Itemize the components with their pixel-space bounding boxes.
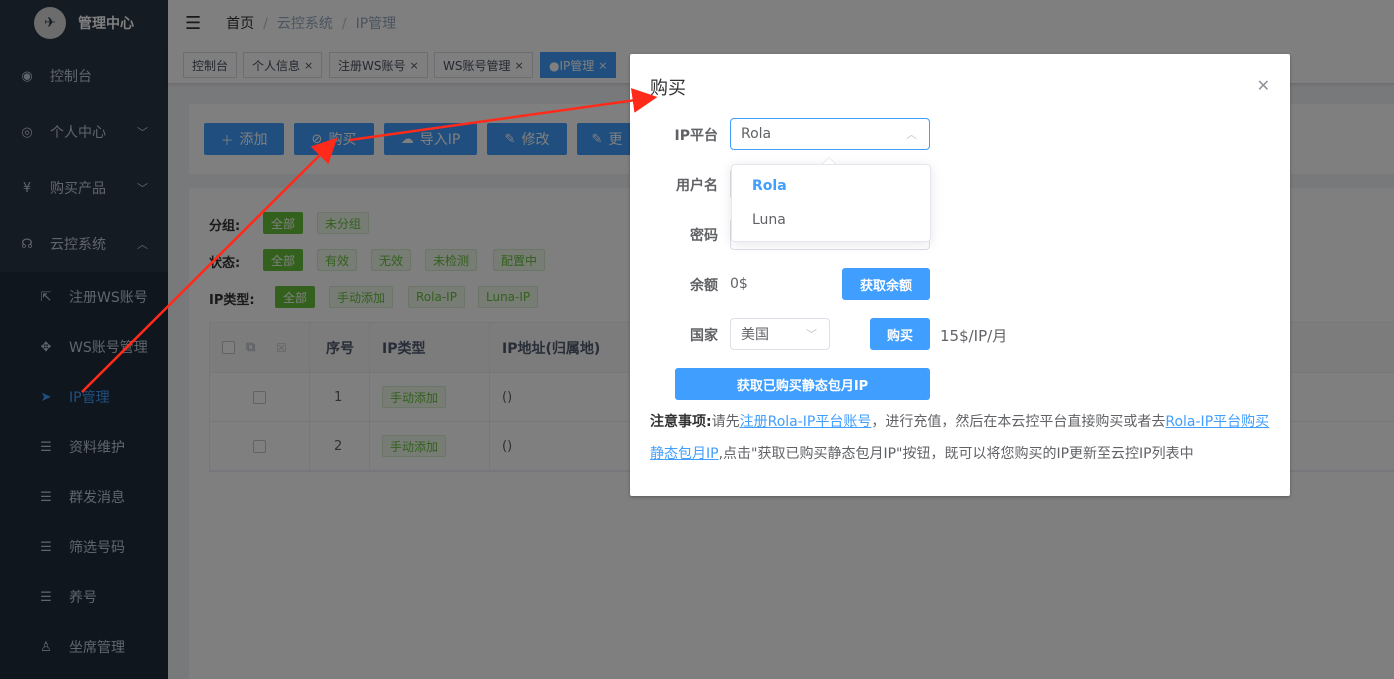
- annotation-arrow-to-dialog: [349, 88, 658, 142]
- annotation-arrows: [81, 88, 658, 393]
- annotation-arrow-to-buy: [81, 137, 338, 393]
